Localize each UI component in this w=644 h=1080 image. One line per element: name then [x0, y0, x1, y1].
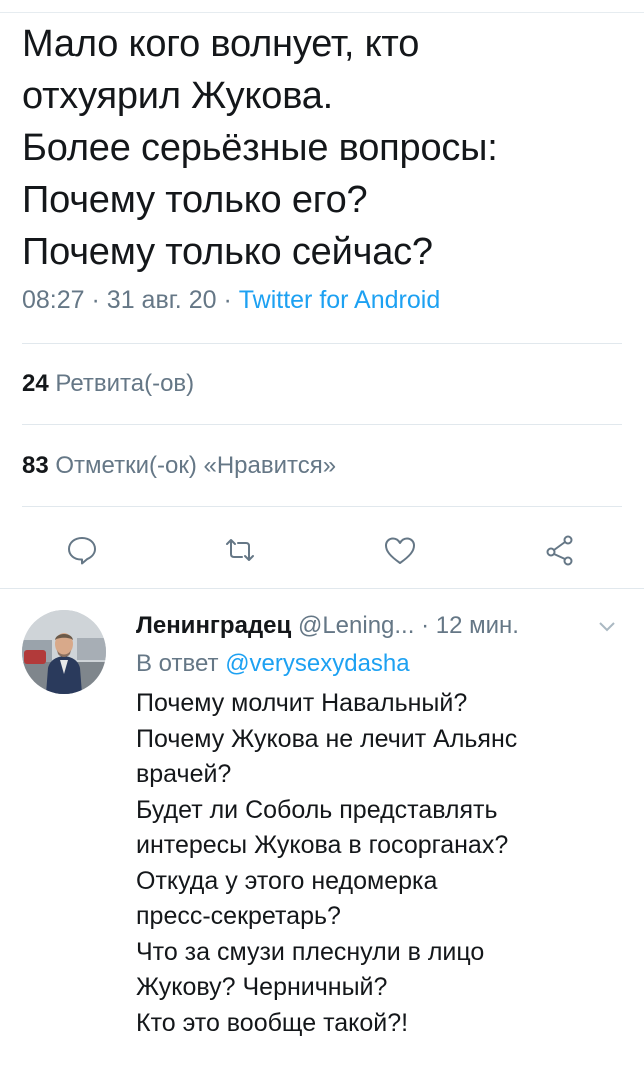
reply-header: Ленинградец @Lening... · 12 мин.	[136, 612, 519, 640]
retweet-icon	[226, 539, 254, 561]
actions-divider	[22, 506, 622, 507]
retweets-stat[interactable]: 24 Ретвита(-ов)	[22, 370, 194, 398]
reply-to-prefix: В ответ	[136, 650, 219, 677]
reply-line: Почему Жукова не лечит Альянс	[136, 724, 518, 753]
more-options-button[interactable]	[596, 616, 618, 638]
reply-author-handle[interactable]: @Lening...	[298, 612, 414, 639]
top-divider	[0, 12, 644, 13]
avatar[interactable]	[22, 610, 106, 694]
tweet-date: 31 авг. 20	[106, 286, 217, 314]
tweet-line: Более серьёзные вопросы:	[22, 127, 498, 169]
tweet-source-link[interactable]: Twitter for Android	[239, 286, 440, 314]
reply-line: Что за смузи плеснули в лицо	[136, 937, 485, 966]
reply-divider	[0, 588, 644, 589]
reply-time: 12 мин.	[435, 612, 519, 639]
retweets-count: 24	[22, 370, 49, 397]
likes-count: 83	[22, 452, 49, 479]
like-button[interactable]	[370, 520, 430, 580]
tweet-line: Почему только его?	[22, 179, 368, 221]
chevron-down-icon	[599, 622, 615, 632]
meta-separator: ·	[421, 612, 436, 639]
reply-line: интересы Жукова в госорганах?	[136, 831, 509, 859]
tweet-text: Мало кого волнует, кто отхуярил Жукова. …	[22, 18, 632, 278]
share-button[interactable]	[530, 520, 590, 580]
tweet-line: отхуярил Жукова.	[22, 75, 334, 117]
reply-to-line: В ответ @verysexydasha	[136, 650, 410, 678]
reply-text: Почему молчит Навальный? Почему Жукова н…	[136, 686, 636, 1041]
tweet-time: 08:27	[22, 286, 85, 314]
action-bar	[0, 520, 644, 580]
stats-divider	[22, 424, 622, 425]
reply-line: Будет ли Соболь представлять	[136, 795, 498, 824]
reply-button[interactable]	[52, 520, 112, 580]
meta-separator: ·	[223, 286, 239, 314]
heart-icon	[385, 537, 415, 564]
likes-label: Отметки(-ок) «Нравится»	[55, 452, 337, 479]
tweet-line: Почему только сейчас?	[22, 231, 433, 273]
likes-stat[interactable]: 83 Отметки(-ок) «Нравится»	[22, 452, 336, 480]
reply-line: пресс-секретарь?	[136, 902, 341, 930]
reply-to-mention[interactable]: @verysexydasha	[225, 650, 409, 677]
reply-author-name[interactable]: Ленинградец	[136, 612, 291, 639]
meta-separator: ·	[91, 286, 107, 314]
tweet-meta: 08:27 · 31 авг. 20 · Twitter for Android	[22, 286, 440, 315]
share-icon	[546, 535, 573, 566]
user-photo-icon	[22, 610, 106, 694]
reply-line: Откуда у этого недомерка	[136, 866, 438, 895]
tweet-line: Мало кого волнует, кто	[22, 23, 420, 65]
retweet-button[interactable]	[210, 520, 270, 580]
retweets-label: Ретвита(-ов)	[55, 370, 195, 397]
reply-line: Кто это вообще такой?!	[136, 1008, 409, 1037]
comment-icon	[68, 537, 96, 565]
reply-line: Почему молчит Навальный?	[136, 689, 468, 717]
stats-divider	[22, 343, 622, 344]
reply-line: Жукову? Черничный?	[136, 973, 388, 1001]
reply-line: врачей?	[136, 760, 232, 788]
